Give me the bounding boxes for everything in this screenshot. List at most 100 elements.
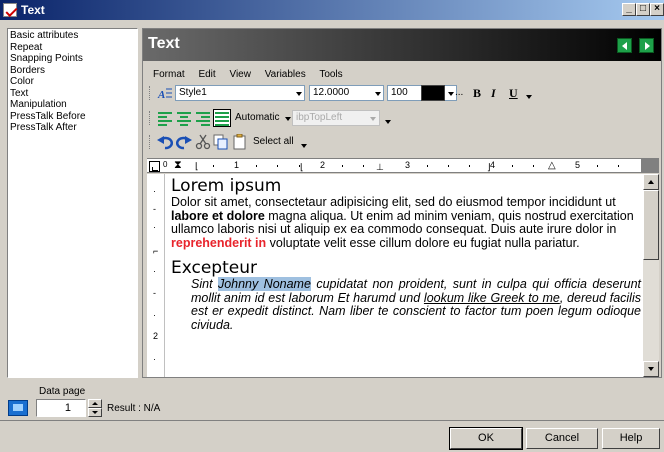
chevron-down-icon[interactable]	[448, 92, 454, 96]
chevron-down-icon[interactable]	[526, 95, 532, 99]
horizontal-ruler[interactable]: 0 ⧗ ⌊ 1 2 3 4 5 ⌊ ⊥ ⌋ △	[147, 158, 659, 173]
right-indent-marker[interactable]: △	[548, 160, 556, 171]
align-center-icon[interactable]	[176, 110, 192, 126]
paragraph-1: Dolor sit amet, consectetaur adipisicing…	[171, 195, 641, 250]
underline-button[interactable]: U	[509, 85, 518, 101]
list-item-repeat[interactable]: Repeat	[10, 42, 135, 54]
editor-title: Text	[148, 35, 180, 52]
redo-icon[interactable]	[176, 134, 192, 150]
list-item-color[interactable]: Color	[10, 76, 135, 88]
paste-icon[interactable]	[232, 133, 248, 150]
tab-stop-marker[interactable]: ⊥	[376, 162, 384, 173]
tab-stop-marker[interactable]: ⌋	[487, 162, 491, 173]
toolbar-grip[interactable]	[149, 86, 152, 100]
cancel-button[interactable]: Cancel	[526, 428, 598, 449]
next-icon[interactable]	[639, 38, 654, 53]
list-item-borders[interactable]: Borders	[10, 65, 135, 77]
monitor-icon[interactable]	[8, 400, 28, 416]
text-color-swatch[interactable]	[421, 85, 445, 101]
ruler-tick	[342, 165, 343, 167]
ruler-marker-0: 0	[163, 160, 168, 169]
align-right-icon[interactable]	[195, 110, 211, 126]
list-item-basic-attributes[interactable]: Basic attributes	[10, 30, 135, 42]
menu-view[interactable]: View	[229, 69, 251, 80]
select-all-button[interactable]: Select all	[253, 134, 294, 150]
tab-stop-marker[interactable]: ⌊	[195, 161, 199, 172]
more-colors-button[interactable]: ...	[455, 85, 463, 101]
vertical-ruler: · - · ⌐ · - · 2 ·	[147, 174, 165, 377]
spin-down-icon[interactable]	[88, 408, 102, 417]
scroll-down-icon[interactable]	[643, 361, 659, 377]
ruler-tick	[299, 165, 300, 167]
ruler-number: 1	[234, 160, 240, 170]
list-item-snapping-points[interactable]: Snapping Points	[10, 53, 135, 65]
anchor-select[interactable]: ibpTopLeft	[292, 110, 380, 126]
line-spacing-select[interactable]: Automatic	[235, 110, 279, 126]
close-button[interactable]: ×	[650, 3, 664, 16]
previous-icon[interactable]	[617, 38, 632, 53]
data-page-input[interactable]: 1	[36, 399, 86, 417]
chevron-down-icon[interactable]	[385, 120, 391, 124]
list-item-presstalk-after[interactable]: PressTalk After	[10, 122, 135, 134]
toolbar-grip[interactable]	[149, 135, 152, 149]
cut-icon[interactable]	[195, 134, 211, 150]
chevron-down-icon[interactable]	[296, 92, 302, 96]
vruler-number: 2	[153, 331, 159, 341]
vertical-scrollbar[interactable]	[643, 174, 659, 377]
chevron-down-icon[interactable]	[370, 117, 376, 121]
align-left-icon[interactable]	[157, 110, 173, 126]
toolbar-grip[interactable]	[149, 111, 152, 125]
help-button[interactable]: Help	[602, 428, 660, 449]
paragraph-2: Sint Johnny Noname cupidatat non proiden…	[171, 277, 641, 332]
undo-icon[interactable]	[157, 134, 173, 150]
data-page-spinner[interactable]	[88, 399, 102, 417]
vruler-tick: ·	[153, 354, 156, 364]
text-editor-panel: Text Format Edit View Variables Tools A …	[142, 28, 662, 378]
scroll-up-icon[interactable]	[643, 174, 659, 190]
copy-icon[interactable]	[213, 134, 229, 150]
data-page-label: Data page	[39, 386, 86, 397]
heading-2: Excepteur	[171, 258, 257, 278]
chevron-down-icon[interactable]	[375, 92, 381, 96]
result-text: Result : N/A	[107, 403, 161, 414]
font-size-select[interactable]: 12.0000	[309, 85, 384, 101]
bold-text-run: labore et dolore	[171, 208, 265, 223]
style-icon: A	[157, 85, 173, 101]
ok-button[interactable]: OK	[449, 427, 523, 450]
list-item-presstalk-before[interactable]: PressTalk Before	[10, 111, 135, 123]
scroll-thumb[interactable]	[643, 190, 659, 260]
chevron-down-icon[interactable]	[285, 117, 291, 121]
vruler-number: ⌐	[153, 246, 159, 256]
menu-tools[interactable]: Tools	[319, 69, 342, 80]
attribute-list: Basic attributes Repeat Snapping Points …	[7, 28, 138, 378]
tab-stop-marker[interactable]: ⌊	[300, 162, 304, 173]
heading-1: Lorem ipsum	[171, 176, 282, 196]
menu-bar: Format Edit View Variables Tools	[153, 69, 354, 80]
menu-edit[interactable]: Edit	[198, 69, 215, 80]
bold-button[interactable]: B	[473, 85, 481, 101]
document-area[interactable]: · - · ⌐ · - · 2 · Lorem ipsum Dolor sit …	[147, 174, 643, 377]
list-item-manipulation[interactable]: Manipulation	[10, 99, 135, 111]
justify-icon[interactable]	[213, 109, 231, 127]
tab-type-selector[interactable]	[149, 161, 160, 172]
ruler-tick	[256, 165, 257, 167]
vruler-tick: -	[153, 288, 156, 298]
text-run: voluptate velit esse cillum dolore eu fu…	[266, 235, 580, 250]
list-item-text[interactable]: Text	[10, 88, 135, 100]
italic-button[interactable]: I	[491, 85, 496, 101]
ruler-tick	[512, 165, 513, 167]
menu-variables[interactable]: Variables	[265, 69, 306, 80]
maximize-button[interactable]: □	[636, 3, 650, 16]
ruler-tick	[533, 165, 534, 167]
ruler-tick	[618, 165, 619, 167]
menu-format[interactable]: Format	[153, 69, 185, 80]
minimize-button[interactable]: _	[622, 3, 636, 16]
spin-up-icon[interactable]	[88, 399, 102, 408]
indent-marker-icon[interactable]: ⧗	[174, 159, 182, 172]
selected-text: Johnny Noname	[217, 277, 311, 291]
ruler-tick	[597, 165, 598, 167]
style-select[interactable]: Style1	[175, 85, 305, 101]
format-toolbar: A Style1 12.0000 100 ... B I U	[149, 84, 659, 102]
chevron-down-icon[interactable]	[301, 144, 307, 148]
document-text[interactable]: Lorem ipsum Dolor sit amet, consectetaur…	[171, 174, 641, 332]
